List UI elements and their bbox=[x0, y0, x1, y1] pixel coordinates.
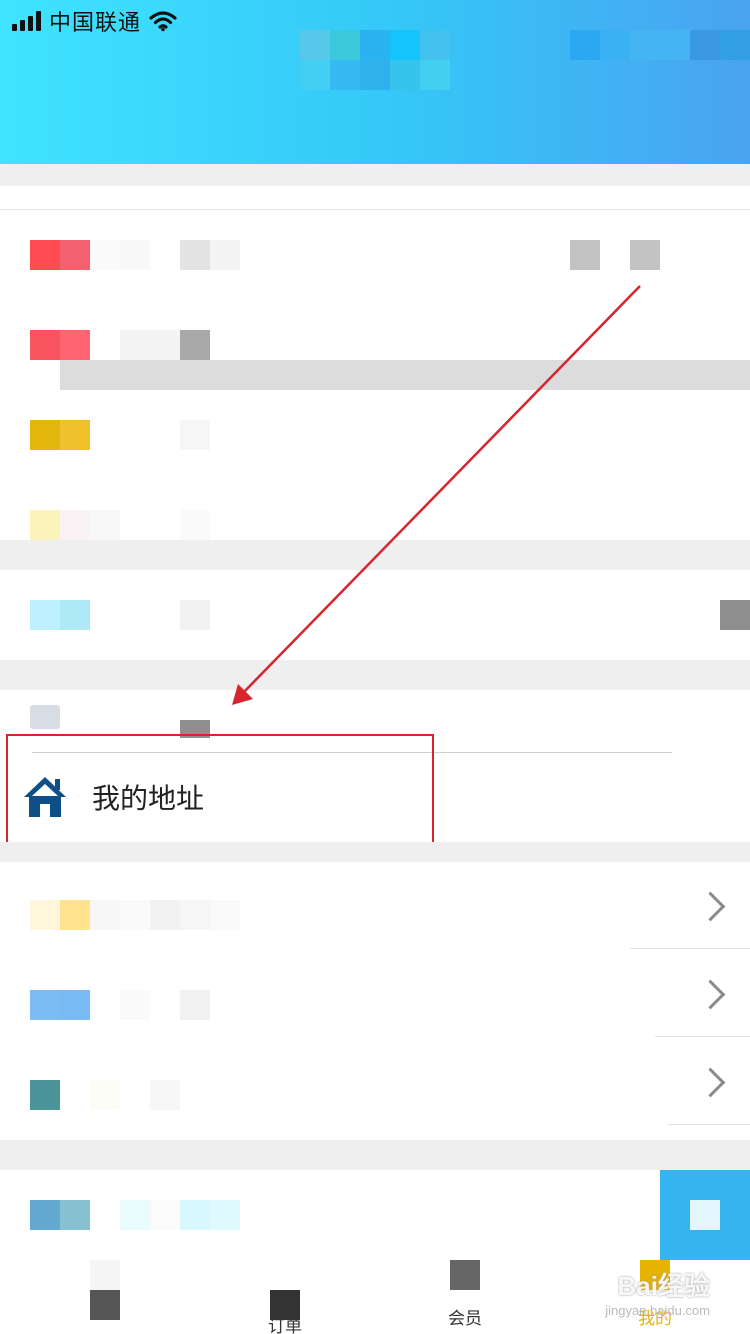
row-separator bbox=[655, 1036, 750, 1037]
baidu-watermark: Bai经验 jingyan.baidu.com bbox=[605, 1266, 710, 1318]
obscured-row[interactable] bbox=[30, 420, 210, 450]
row-separator bbox=[630, 948, 750, 949]
status-bar: 中国联通 bbox=[12, 6, 177, 36]
section-divider bbox=[0, 1140, 750, 1170]
obscured-row[interactable] bbox=[30, 510, 210, 540]
obscured-row[interactable] bbox=[30, 900, 240, 930]
home-tab-icon bbox=[90, 1290, 120, 1320]
header-mosaic bbox=[300, 30, 450, 90]
obscured-row[interactable] bbox=[30, 240, 240, 270]
obscured-row[interactable] bbox=[30, 705, 180, 735]
tab-label: 会员 bbox=[448, 1309, 482, 1329]
row-separator bbox=[668, 1124, 750, 1125]
obscured-row[interactable] bbox=[30, 330, 210, 360]
section-divider bbox=[0, 540, 750, 570]
obscured-row[interactable] bbox=[30, 1200, 240, 1230]
section-line bbox=[0, 209, 750, 210]
obscured-value bbox=[630, 240, 660, 270]
section-divider bbox=[0, 164, 750, 186]
carrier-name: 中国联通 bbox=[49, 10, 142, 35]
obscured-row[interactable] bbox=[30, 1080, 210, 1110]
tab-membership[interactable]: 会员 bbox=[405, 1260, 525, 1334]
tab-orders[interactable]: 订单 bbox=[225, 1260, 345, 1334]
section-divider bbox=[0, 842, 750, 862]
chevron-right-icon[interactable] bbox=[700, 890, 724, 926]
obscured-value bbox=[570, 240, 600, 270]
obscured-block bbox=[660, 1170, 750, 1260]
watermark-brand: Bai经验 bbox=[617, 1271, 710, 1301]
obscured-value bbox=[720, 600, 750, 630]
chevron-right-icon[interactable] bbox=[700, 1066, 724, 1102]
home-tab-icon bbox=[90, 1260, 120, 1290]
obscured-row[interactable] bbox=[30, 990, 240, 1020]
obscured-row[interactable] bbox=[30, 600, 210, 630]
section-divider bbox=[0, 660, 750, 690]
header-mosaic-right bbox=[570, 30, 750, 60]
signal-icon bbox=[12, 11, 41, 31]
watermark-url: jingyan.baidu.com bbox=[605, 1303, 710, 1318]
chevron-right-icon[interactable] bbox=[700, 978, 724, 1014]
highlight-box bbox=[6, 734, 434, 851]
tab-home[interactable] bbox=[90, 1260, 120, 1320]
wifi-icon bbox=[149, 11, 177, 32]
profile-header: 中国联通 bbox=[0, 0, 750, 164]
section-divider bbox=[60, 360, 750, 390]
membership-icon bbox=[450, 1260, 480, 1290]
tab-label: 订单 bbox=[268, 1317, 302, 1334]
